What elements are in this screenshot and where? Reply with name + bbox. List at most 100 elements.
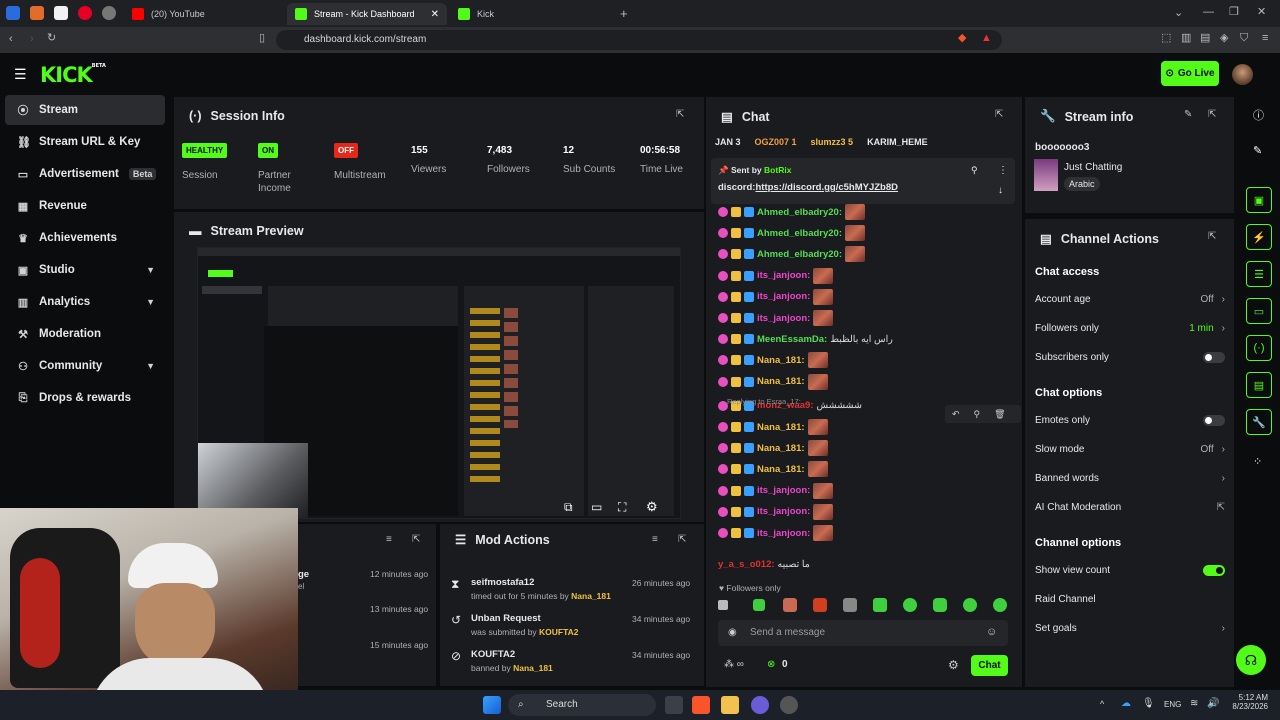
brave-rewards-icon[interactable]: ▲ <box>981 33 992 44</box>
maximize-icon[interactable]: ❐ <box>1229 7 1239 18</box>
chat-message[interactable]: its_janjoon: <box>718 503 834 521</box>
toggle[interactable] <box>1203 565 1225 576</box>
chat-settings-icon[interactable]: ⁂ ∞ <box>724 659 744 670</box>
popout-icon[interactable]: ⇱ <box>1208 231 1216 242</box>
bookmark-icon[interactable]: ▯ <box>259 33 265 44</box>
more-icon[interactable]: ⋮ <box>998 165 1008 176</box>
chat-username[interactable]: Ahmed_elbadry20: <box>757 207 842 218</box>
clock[interactable]: 5:12 AM 8/23/2026 <box>1228 693 1268 711</box>
chat-username[interactable]: its_janjoon: <box>757 270 810 281</box>
sidebar-item-revenue[interactable]: ▦ Revenue <box>5 191 165 221</box>
emote-icon[interactable] <box>993 598 1007 612</box>
emotes-only-setting[interactable]: Emotes only <box>1035 415 1225 426</box>
pinned-tab-icon[interactable] <box>30 6 44 20</box>
rail-button[interactable]: ⚡ <box>1246 224 1272 250</box>
stream-preview-video[interactable]: ⧉ ▭ ⛶ ⚙ <box>197 247 681 519</box>
rail-button[interactable]: ☰ <box>1246 261 1272 287</box>
list-item[interactable]: ↺ Unban Request was submitted by KOUFTA2… <box>440 608 704 642</box>
pin-icon[interactable]: ⚲ <box>974 409 981 420</box>
theater-icon[interactable]: ▭ <box>591 500 602 514</box>
language-indicator[interactable]: ENG <box>1164 700 1181 709</box>
tab-kick[interactable]: Kick <box>450 3 610 25</box>
chat-username[interactable]: Nana_181: <box>757 376 805 387</box>
info-icon[interactable]: ⓘ <box>1253 107 1264 123</box>
chat-username[interactable]: its_janjoon: <box>757 291 810 302</box>
emote-icon[interactable] <box>963 598 977 612</box>
ai-moderation-setting[interactable]: AI Chat Moderation ⇱ <box>1035 502 1225 513</box>
set-goals-setting[interactable]: Set goals › <box>1035 623 1225 634</box>
chat-username[interactable]: Nana_181: <box>757 355 805 366</box>
chat-send-button[interactable]: Chat <box>971 655 1008 676</box>
hamburger-menu-icon[interactable]: ☰ <box>14 67 27 81</box>
emoji-icon[interactable]: ☺ <box>986 626 997 638</box>
subscribers-only-setting[interactable]: Subscribers only <box>1035 352 1225 363</box>
close-icon[interactable]: ✕ <box>431 9 439 20</box>
raid-channel-setting[interactable]: Raid Channel <box>1035 594 1225 605</box>
emote-icon[interactable] <box>843 598 857 612</box>
chat-message[interactable]: MeenEssamDa: راس ايه بالظبط <box>718 330 893 348</box>
leaderboard-entry[interactable]: JAN 3 <box>715 137 741 147</box>
emote-icon[interactable] <box>783 598 797 612</box>
sidebar-item-studio[interactable]: ▣ Studio ▼ <box>5 255 165 285</box>
chat-username[interactable]: its_janjoon: <box>757 313 810 324</box>
windows-start-icon[interactable] <box>483 696 501 714</box>
brave-shield-icon[interactable]: ◆ <box>958 33 966 44</box>
pin-icon[interactable]: ⚲ <box>971 165 978 176</box>
chat-message[interactable]: its_janjoon: <box>718 482 834 500</box>
tab-list-icon[interactable]: ⌄ <box>1174 8 1183 19</box>
go-live-button[interactable]: ⊙ Go Live <box>1161 61 1219 86</box>
delete-icon[interactable]: 🗑 <box>994 409 1005 420</box>
chat-message[interactable]: its_janjoon: <box>718 267 834 285</box>
wifi-icon[interactable]: ≋ <box>1190 698 1198 709</box>
followers-only-setting[interactable]: Followers only 1 min › <box>1035 323 1225 334</box>
rail-button[interactable]: ▣ <box>1246 187 1272 213</box>
account-age-setting[interactable]: Account age Off › <box>1035 294 1225 305</box>
file-explorer-icon[interactable] <box>721 696 739 714</box>
collapse-icon[interactable]: ↓ <box>998 185 1003 196</box>
emote-icon[interactable] <box>718 600 728 610</box>
leaderboard-entry[interactable]: slumzz3 5 <box>811 137 854 147</box>
rail-button[interactable]: ▤ <box>1246 372 1272 398</box>
volume-icon[interactable]: 🔊 <box>1207 698 1219 709</box>
obs-icon[interactable] <box>751 696 769 714</box>
chat-message[interactable]: Nana_181: <box>718 439 828 457</box>
chat-username[interactable]: MeenEssamDa: <box>757 334 827 345</box>
chat-message[interactable]: Nana_181: <box>718 460 828 478</box>
menu-icon[interactable]: ≡ <box>1262 33 1268 44</box>
chevron-up-icon[interactable]: ^ <box>1100 699 1104 709</box>
toggle[interactable] <box>1203 415 1225 426</box>
edit-icon[interactable]: ✎ <box>1184 109 1192 120</box>
filter-icon[interactable]: ≡ <box>386 534 392 545</box>
back-icon[interactable]: ‹ <box>9 34 13 45</box>
more-icon[interactable]: ⁘ <box>1253 455 1262 468</box>
pinned-tab-icon[interactable] <box>102 6 116 20</box>
gear-icon[interactable]: ⚙ <box>646 499 658 515</box>
chat-input[interactable]: ◉ Send a message ☺ <box>718 620 1008 646</box>
chat-message[interactable]: its_janjoon: <box>718 524 834 542</box>
chat-username[interactable]: Nana_181: <box>757 422 805 433</box>
leaderboard-entry[interactable]: KARIM_HEME <box>867 137 928 147</box>
rail-button[interactable]: (·) <box>1246 335 1272 361</box>
chat-username[interactable]: Ahmed_elbadry20: <box>757 228 842 239</box>
rail-button[interactable]: 🔧 <box>1246 409 1272 435</box>
pinned-tab-icon[interactable] <box>78 6 92 20</box>
shield-icon[interactable]: ⛉ <box>1240 33 1248 44</box>
banned-words-setting[interactable]: Banned words › <box>1035 473 1225 484</box>
toggle[interactable] <box>1203 352 1225 363</box>
chat-username[interactable]: y_a_s_o012: <box>718 559 775 570</box>
fullscreen-icon[interactable]: ⛶ <box>618 500 626 515</box>
sidebar-item-achievements[interactable]: ♛ Achievements <box>5 223 165 253</box>
reload-icon[interactable]: ↻ <box>47 33 56 44</box>
avatar[interactable] <box>1232 64 1253 85</box>
chat-username[interactable]: Ahmed_elbadry20: <box>757 249 842 260</box>
support-icon[interactable]: ☊ <box>1236 645 1266 675</box>
popout-icon[interactable]: ⇱ <box>1208 109 1216 120</box>
chat-username[interactable]: its_janjoon: <box>757 528 810 539</box>
list-item[interactable]: ⧗ seifmostafa12 timed out for 5 minutes … <box>440 572 704 606</box>
sidebar-item-moderation[interactable]: ⚒ Moderation <box>5 319 165 349</box>
emote-icon[interactable] <box>813 598 827 612</box>
filter-icon[interactable]: ≡ <box>652 534 658 545</box>
chat-message[interactable]: Nana_181: <box>718 418 828 436</box>
address-bar[interactable]: dashboard.kick.com/stream <box>276 30 1002 50</box>
microphone-icon[interactable]: 🎙 <box>1142 698 1155 709</box>
